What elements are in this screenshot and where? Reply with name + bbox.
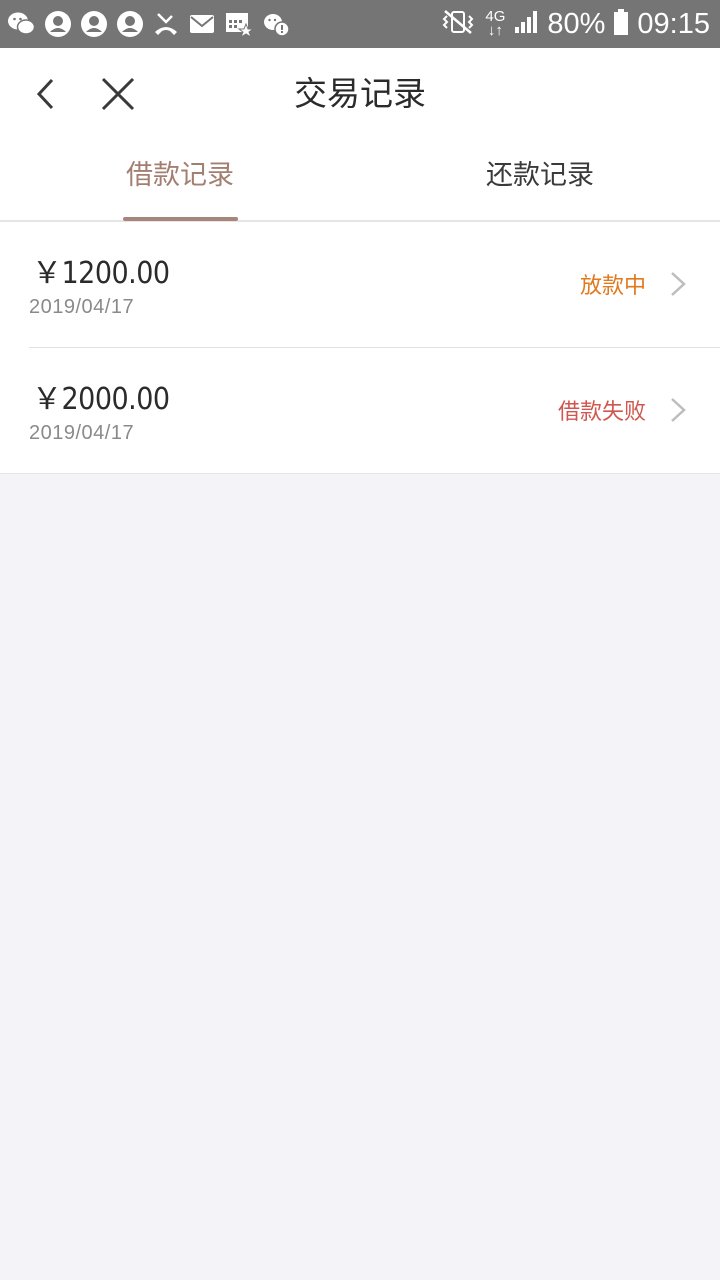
missed-call-icon [152,10,180,38]
record-date: 2019/04/17 [29,296,135,318]
tab-repay-records[interactable]: 还款记录 [360,140,720,220]
active-tab-indicator [123,217,238,221]
record-amount: ￥2000.00 [32,382,170,417]
close-button[interactable] [94,70,142,118]
qq-contacts-icon [44,10,72,38]
system-status: 4G ↓↑ 80% 09:15 [439,0,710,48]
list-item[interactable]: ￥1200.00 2019/04/17 放款中 [0,222,720,347]
chevron-right-icon [671,272,686,296]
record-date: 2019/04/17 [29,422,135,444]
mail-icon [188,12,216,36]
chevron-left-icon [36,78,54,110]
vibrate-mute-icon [439,8,477,40]
status-bar: 4G ↓↑ 80% 09:15 [0,0,720,48]
calendar-star-icon [224,10,254,38]
record-status: 放款中 [579,274,646,299]
close-icon [101,77,135,111]
clock: 09:15 [637,7,710,40]
qq-contacts-icon [80,10,108,38]
record-list: ￥1200.00 2019/04/17 放款中 ￥2000.00 2019/04… [0,222,720,474]
signal-icon [513,9,539,39]
wechat-icon [6,10,36,38]
record-status: 借款失败 [557,400,646,425]
qq-contacts-icon [116,10,144,38]
network-type-indicator: 4G ↓↑ [485,9,505,39]
network-activity-label: ↓↑ [487,22,503,39]
list-item[interactable]: ￥2000.00 2019/04/17 借款失败 [29,347,720,473]
record-amount: ￥1200.00 [32,256,170,291]
wechat-alert-icon [262,11,290,37]
notification-icons [6,8,290,40]
battery-icon [613,8,629,40]
back-button[interactable] [24,70,72,118]
battery-percent: 80% [547,7,606,40]
tab-borrow-records[interactable]: 借款记录 [0,140,360,220]
header: 交易记录 [0,48,720,140]
chevron-right-icon [671,398,686,422]
tab-bar: 借款记录 还款记录 [0,140,720,222]
